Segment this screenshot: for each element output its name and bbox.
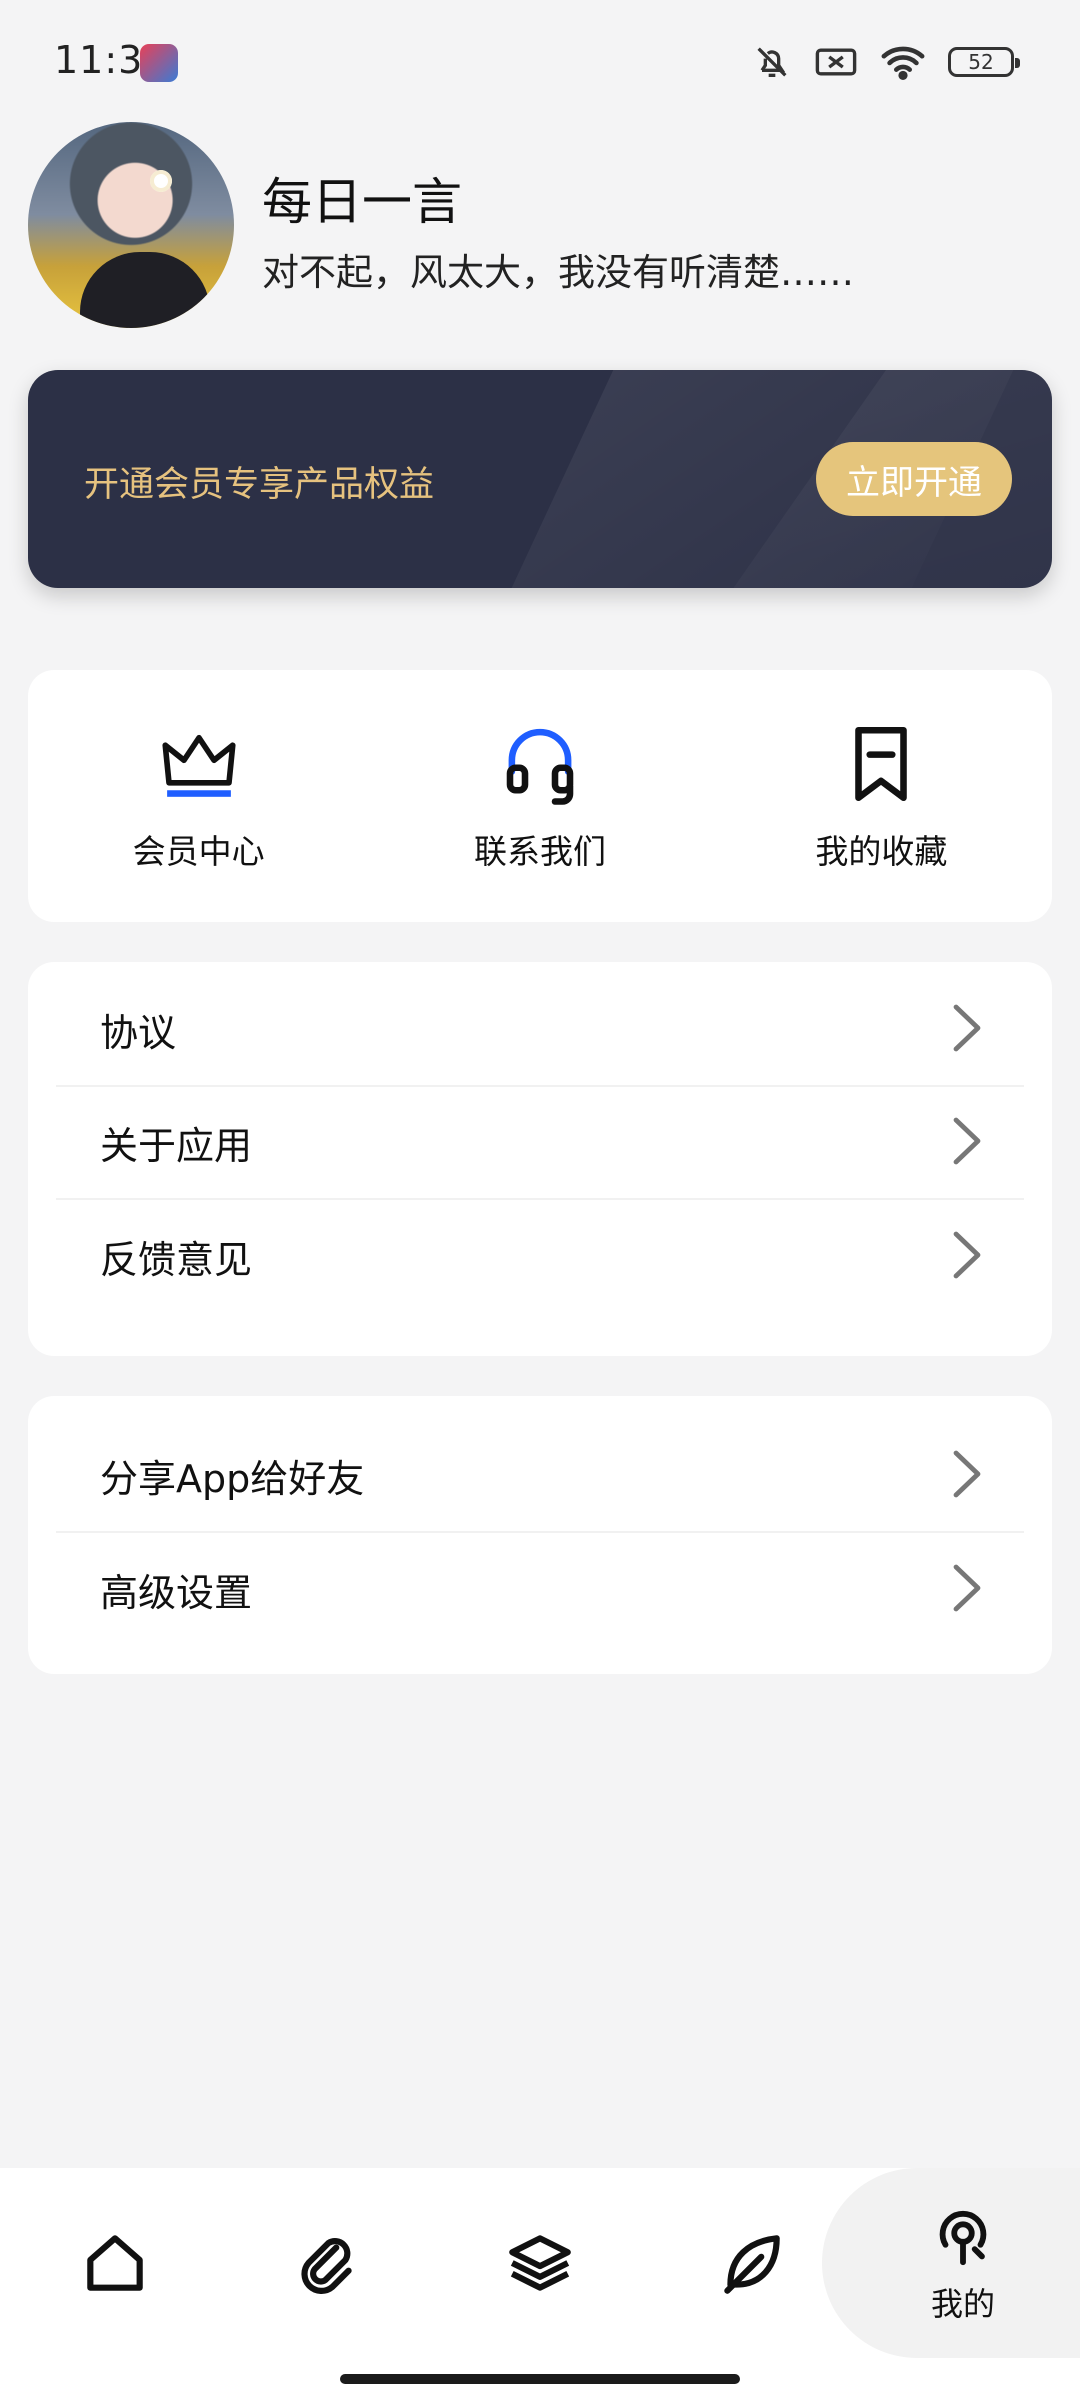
menu-item-label: 高级设置 [100, 1571, 253, 1615]
crown-icon [162, 734, 236, 797]
headset-icon [506, 728, 574, 805]
vip-banner[interactable]: 开通会员专享产品权益 立即开通 [28, 370, 1052, 588]
nav-attachments[interactable] [232, 2168, 422, 2358]
my-favorites-button[interactable]: 我的收藏 [751, 719, 1011, 873]
chevron-right-icon [950, 1001, 984, 1059]
status-bar: 11:31 52 [0, 0, 1080, 120]
nav-layers[interactable] [445, 2168, 635, 2358]
contact-us-button[interactable]: 联系我们 [410, 719, 670, 873]
contact-us-label: 联系我们 [473, 832, 606, 871]
nav-home[interactable] [20, 2168, 210, 2358]
menu-item-label: 关于应用 [100, 1124, 253, 1168]
paperclip-icon [301, 2238, 352, 2294]
battery-icon: 52 [948, 47, 1020, 77]
profile-icon [939, 2210, 987, 2266]
bottom-nav: 我的 [0, 2168, 1080, 2400]
menu-group-info: 协议 关于应用 反馈意见 [28, 962, 1052, 1356]
menu-group-settings: 分享App给好友 高级设置 [28, 1396, 1052, 1674]
chevron-right-icon [950, 1561, 984, 1619]
chevron-right-icon [950, 1228, 984, 1286]
notification-app-icon [140, 44, 178, 82]
menu-item-about[interactable]: 关于应用 [56, 1087, 1024, 1200]
member-center-button[interactable]: 会员中心 [69, 719, 329, 873]
mine-page: 11:31 52 每日一言 对不起，风太大，我没有听清楚…… 开通会员专享产品权… [0, 0, 1080, 2400]
menu-item-advanced-settings[interactable]: 高级设置 [56, 1533, 1024, 1646]
chevron-right-icon [950, 1114, 984, 1172]
nav-discover[interactable] [657, 2168, 847, 2358]
menu-item-label: 协议 [100, 1011, 177, 1055]
profile-header: 每日一言 对不起，风太大，我没有听清楚…… [28, 122, 1052, 332]
quick-actions-card: 会员中心 联系我们 我的收藏 [28, 670, 1052, 922]
vip-promo-text: 开通会员专享产品权益 [84, 465, 435, 505]
menu-item-agreement[interactable]: 协议 [56, 974, 1024, 1087]
my-favorites-label: 我的收藏 [815, 832, 948, 871]
chevron-right-icon [950, 1447, 984, 1505]
bell-off-icon [757, 47, 787, 77]
menu-item-label: 分享App给好友 [100, 1457, 365, 1501]
wifi-icon [881, 46, 925, 81]
layers-icon [509, 2235, 571, 2291]
menu-item-feedback[interactable]: 反馈意见 [56, 1200, 1024, 1313]
home-indicator[interactable] [340, 2374, 740, 2384]
avatar[interactable] [28, 122, 234, 328]
profile-title: 每日一言 [262, 173, 462, 231]
nav-mine-label: 我的 [930, 2285, 995, 2323]
no-sim-icon [815, 48, 857, 76]
leaf-icon [724, 2235, 780, 2294]
member-center-label: 会员中心 [132, 832, 265, 871]
home-icon [87, 2235, 143, 2291]
daily-quote: 对不起，风太大，我没有听清楚…… [262, 251, 854, 294]
battery-level: 52 [968, 50, 994, 74]
menu-item-share-app[interactable]: 分享App给好友 [56, 1420, 1024, 1533]
menu-item-label: 反馈意见 [100, 1238, 253, 1282]
status-icons: 52 [752, 40, 1020, 84]
nav-mine[interactable]: 我的 [868, 2168, 1058, 2358]
activate-vip-button[interactable]: 立即开通 [816, 442, 1012, 516]
bookmark-icon [855, 726, 908, 802]
